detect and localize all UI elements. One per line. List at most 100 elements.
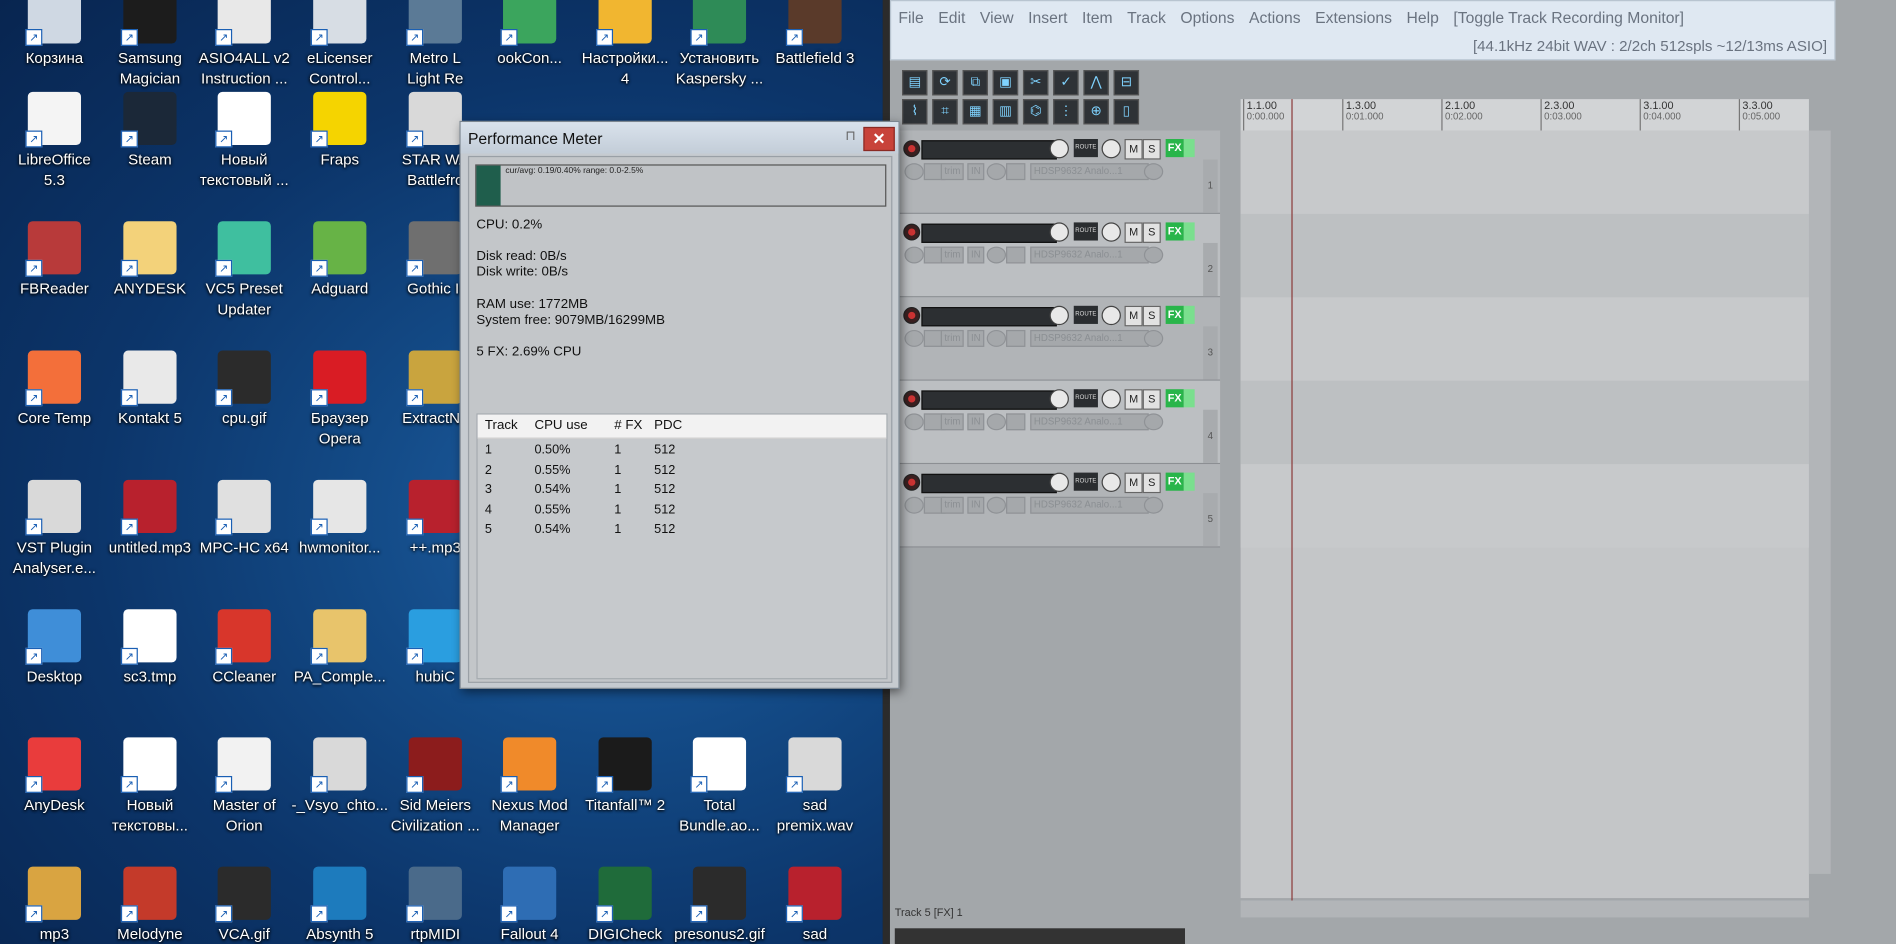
desktop-icon[interactable]: ↗ Titanfall™ 2 <box>577 737 674 816</box>
desktop-icon[interactable]: ↗ -_Vsyo_chto... <box>291 737 388 816</box>
fx-button[interactable]: FX <box>1165 389 1184 408</box>
desktop-icon[interactable]: ↗ ASIO4ALL v2 Instruction ... <box>196 0 293 89</box>
input-dropdown-icon[interactable] <box>986 329 1007 347</box>
desktop-icon[interactable]: ↗ Новый текстовы... <box>102 737 199 836</box>
desktop-icon[interactable]: ↗ Total Bundle.ao... <box>671 737 768 836</box>
desktop-icon[interactable]: ↗ Desktop <box>6 609 103 688</box>
menu-item[interactable]: Actions <box>1249 8 1301 26</box>
fx-button[interactable]: FX <box>1165 222 1184 241</box>
monitor-icon[interactable] <box>904 329 924 347</box>
route-button[interactable]: ROUTE <box>1073 139 1098 158</box>
volume-knob[interactable] <box>1049 222 1069 242</box>
table-row[interactable]: 5 0.54% 1 512 <box>478 520 887 541</box>
new-icon[interactable]: ▤ <box>902 70 928 96</box>
fx-bypass-button[interactable] <box>1183 305 1195 324</box>
input-dropdown-icon[interactable] <box>986 163 1007 181</box>
record-arm-button[interactable] <box>903 223 921 241</box>
track-panel[interactable]: ROUTE M S FX trim IN HDSP9632 Analo...1 1 <box>899 130 1221 214</box>
input-options-icon[interactable] <box>1143 329 1164 347</box>
table-row[interactable]: 1 0.50% 1 512 <box>478 440 887 461</box>
horizontal-scrollbar[interactable] <box>1240 900 1809 918</box>
pan-knob[interactable] <box>1101 139 1121 159</box>
menu-item[interactable]: Options <box>1180 8 1234 26</box>
desktop-icon[interactable]: ↗ ookCon... <box>481 0 578 69</box>
monitor-icon[interactable] <box>904 163 924 181</box>
phase-icon[interactable] <box>1006 246 1026 264</box>
desktop-icon[interactable]: ↗ Core Temp <box>6 350 103 430</box>
desktop-icon[interactable]: ↗ cpu.gif <box>196 350 293 430</box>
monitor-icon[interactable] <box>904 496 924 514</box>
input-options-icon[interactable] <box>1143 246 1164 264</box>
desktop-icon[interactable]: ↗ VST Plugin Analyser.e... <box>6 479 103 579</box>
vertical-scrollbar[interactable] <box>1808 130 1831 874</box>
ripple-icon[interactable]: ⌇ <box>902 99 928 125</box>
track-name-field[interactable] <box>921 307 1057 327</box>
route-button[interactable]: ROUTE <box>1073 305 1098 324</box>
volume-knob[interactable] <box>1049 389 1069 409</box>
pan-knob[interactable] <box>1101 472 1121 492</box>
desktop-icon[interactable]: ↗ LibreOffice 5.3 <box>6 91 103 191</box>
menu-item[interactable]: Extensions <box>1315 8 1392 26</box>
track-panel[interactable]: ROUTE M S FX trim IN HDSP9632 Analo...1 2 <box>899 213 1221 298</box>
desktop-icon[interactable]: ↗ CCleaner <box>196 609 293 688</box>
monitor-icon[interactable] <box>904 413 924 431</box>
solo-button[interactable]: S <box>1142 139 1161 160</box>
desktop-icon[interactable]: ↗ Samsung Magician <box>102 0 199 89</box>
track-lane[interactable] <box>1240 380 1809 465</box>
desktop-icon[interactable]: ↗ mp3 <box>6 866 103 944</box>
menu-item[interactable]: View <box>980 8 1014 26</box>
table-row[interactable]: 4 0.55% 1 512 <box>478 500 887 521</box>
add-icon[interactable]: ⊕ <box>1083 99 1109 125</box>
volume-knob[interactable] <box>1049 139 1069 159</box>
record-arm-button[interactable] <box>903 390 921 408</box>
track-panel[interactable]: ROUTE M S FX trim IN HDSP9632 Analo...1 3 <box>899 297 1221 381</box>
mute-button[interactable]: M <box>1124 389 1143 410</box>
track-lane[interactable] <box>1240 297 1809 381</box>
track-panel[interactable]: ROUTE M S FX trim IN HDSP9632 Analo...1 5 <box>899 464 1221 548</box>
input-button[interactable]: IN <box>967 413 985 431</box>
desktop-icon[interactable]: ↗ hwmonitor... <box>291 479 388 559</box>
fx-bypass-button[interactable] <box>1183 222 1195 241</box>
desktop-icon[interactable]: ↗ sc3.tmp <box>102 609 199 688</box>
volume-knob[interactable] <box>1049 472 1069 492</box>
mute-button[interactable]: M <box>1124 305 1143 327</box>
item-icon[interactable]: ▣ <box>992 70 1019 96</box>
track-name-field[interactable] <box>921 473 1057 494</box>
desktop-icon[interactable]: ↗ Kontakt 5 <box>102 350 199 430</box>
desktop-icon[interactable]: ↗ Steam <box>102 91 199 171</box>
desktop-icon[interactable]: ↗ FBReader <box>6 221 103 300</box>
arrange-view[interactable] <box>1240 130 1809 899</box>
volume-knob[interactable] <box>1049 305 1069 326</box>
fx-bypass-button[interactable] <box>1183 472 1195 491</box>
input-button[interactable]: IN <box>967 496 985 514</box>
solo-button[interactable]: S <box>1142 389 1161 410</box>
close-button[interactable]: ✕ <box>863 126 895 152</box>
track-name-field[interactable] <box>921 140 1057 160</box>
col-pdc[interactable]: PDC <box>654 418 682 433</box>
menu-item[interactable]: [Toggle Track Recording Monitor] <box>1453 8 1684 26</box>
input-select[interactable]: HDSP9632 Analo...1 <box>1030 496 1149 514</box>
fx-button[interactable]: FX <box>1165 139 1184 158</box>
input-button[interactable]: IN <box>967 246 985 264</box>
route-button[interactable]: ROUTE <box>1073 389 1098 408</box>
desktop-icon[interactable]: ↗ Melodyne <box>102 866 199 944</box>
col-cpu-use[interactable]: CPU use <box>534 418 587 433</box>
desktop-icon[interactable]: ↗ DIGICheck <box>577 866 674 944</box>
input-button[interactable]: IN <box>967 329 985 347</box>
menu-item[interactable]: Track <box>1127 8 1166 26</box>
desktop-icon[interactable]: ↗ eLicenser Control... <box>291 0 388 89</box>
desktop-icon[interactable]: ↗ MPC-HC x64 <box>196 479 293 559</box>
input-button[interactable]: IN <box>967 163 985 181</box>
monitor-icon[interactable] <box>904 246 924 264</box>
desktop-icon[interactable]: ↗ Fraps <box>291 91 388 171</box>
desktop-icon[interactable]: ↗ Nexus Mod Manager <box>481 737 578 836</box>
crossfade-icon[interactable]: ▥ <box>992 99 1019 125</box>
track-lane[interactable] <box>1240 213 1809 298</box>
menu-item[interactable]: Item <box>1082 8 1113 26</box>
track-name-field[interactable] <box>921 390 1057 410</box>
track-lane[interactable] <box>1240 130 1809 214</box>
trim-button[interactable]: trim <box>940 496 965 514</box>
solo-button[interactable]: S <box>1142 305 1161 327</box>
phase-icon[interactable] <box>1006 496 1026 514</box>
col-track[interactable]: Track <box>485 418 518 433</box>
